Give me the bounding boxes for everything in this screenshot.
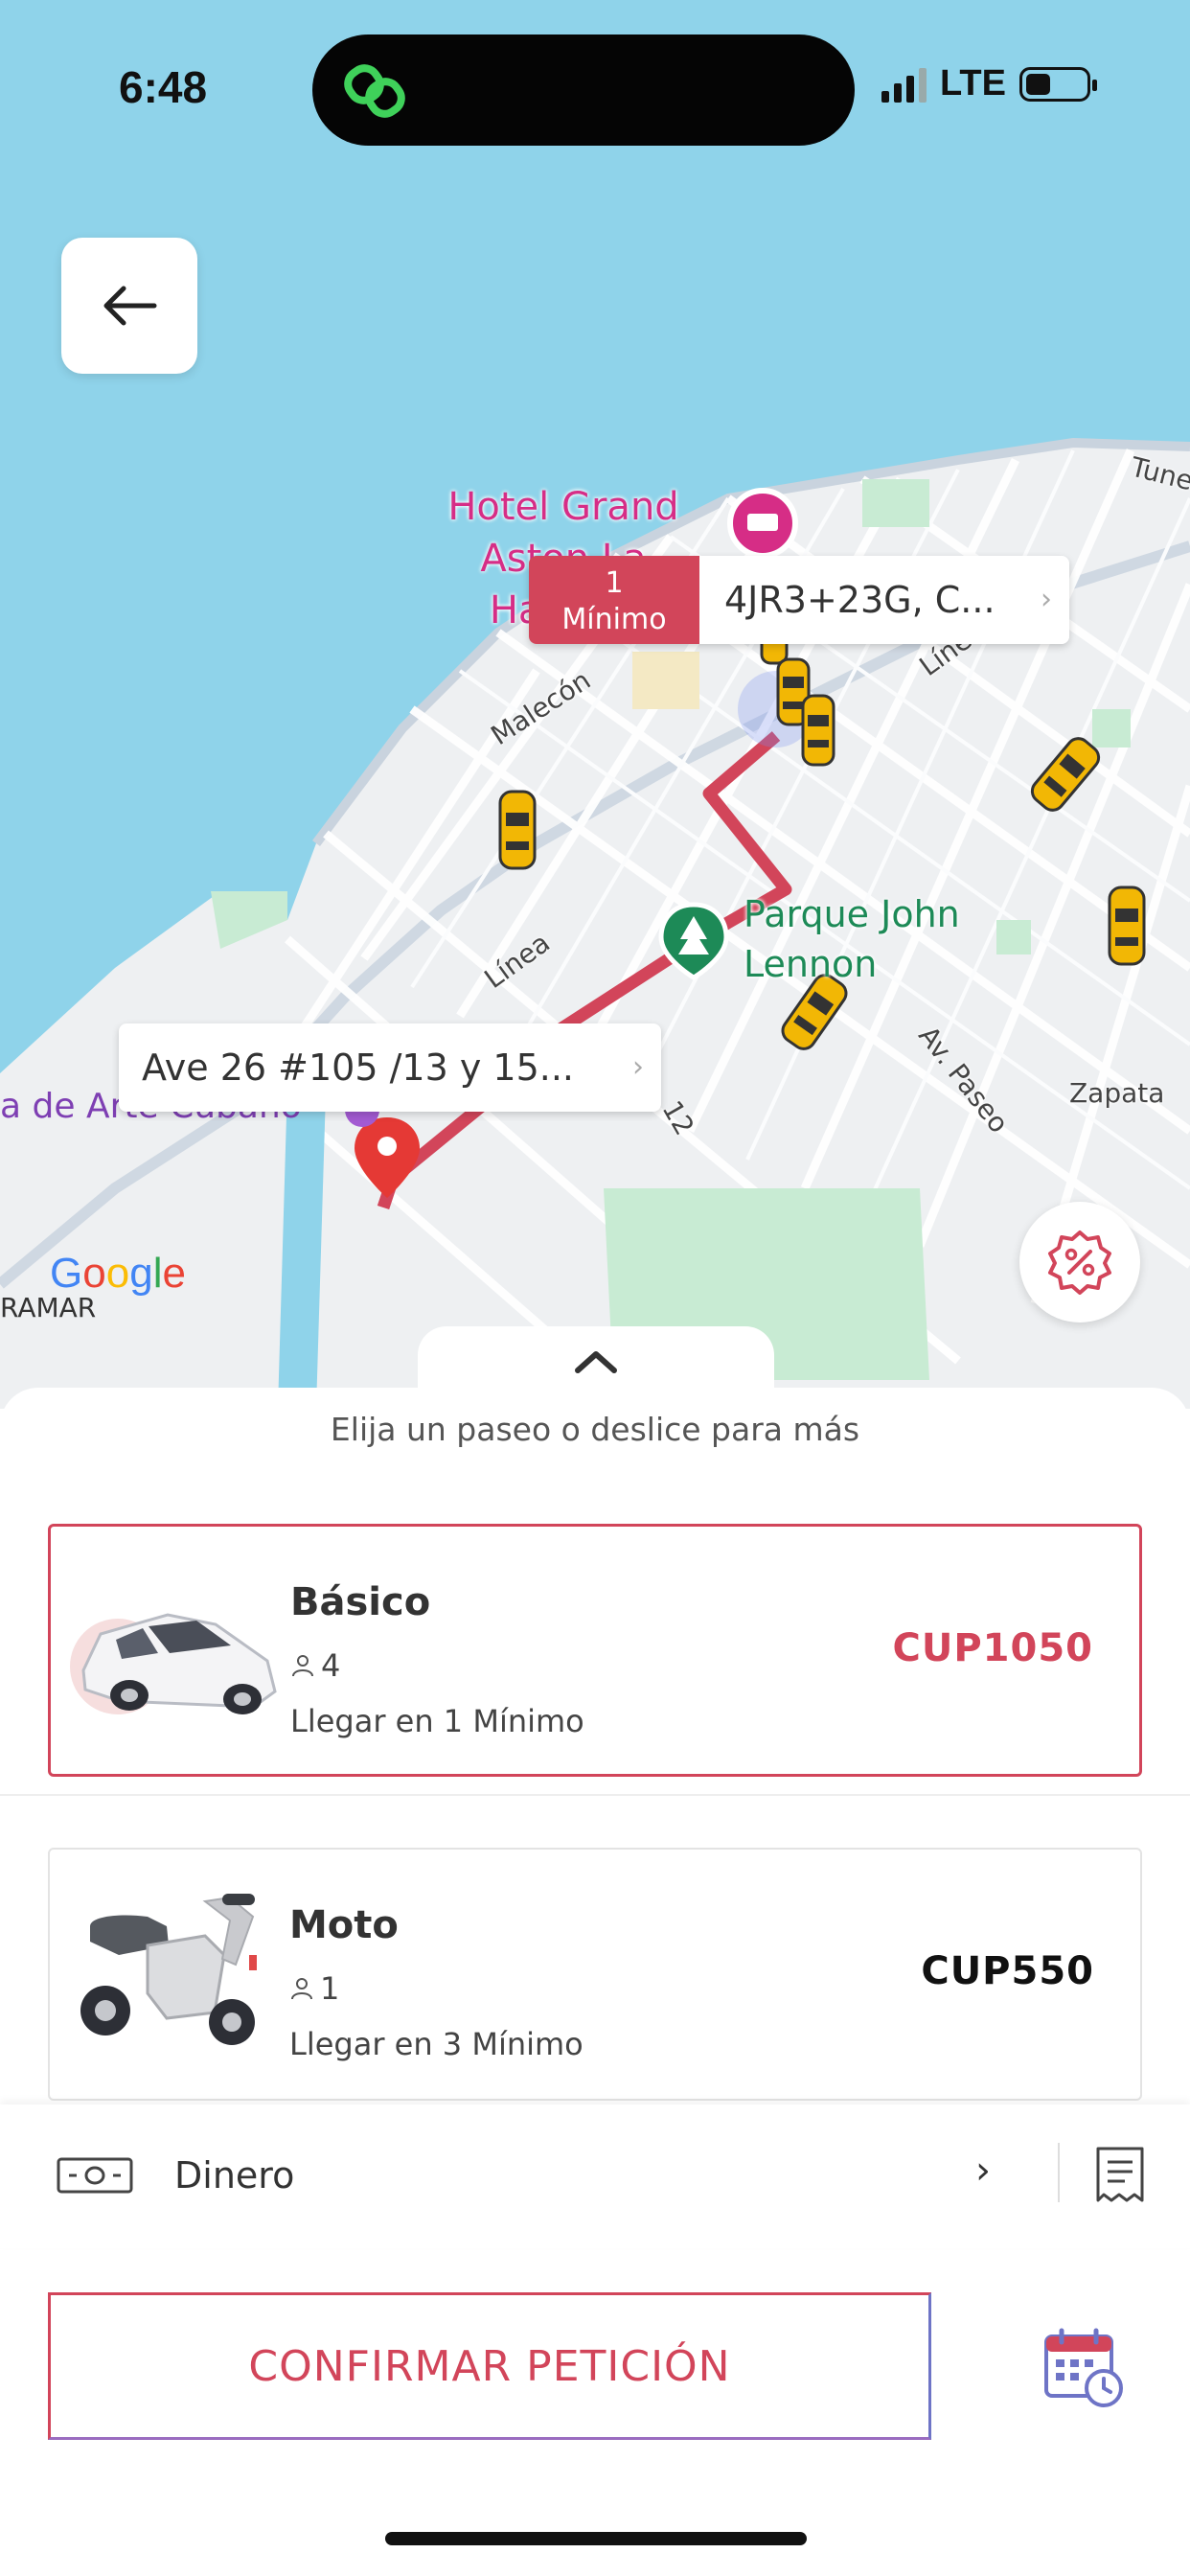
ride-seats: 1	[289, 1970, 339, 2007]
map-canvas[interactable]	[0, 0, 1190, 1409]
chevron-right-icon: ›	[632, 1050, 644, 1084]
ride-eta: Llegar en 1 Mínimo	[290, 1703, 584, 1739]
schedule-calendar-icon[interactable]	[1041, 2325, 1127, 2411]
notes-icon[interactable]	[1092, 2145, 1148, 2204]
destination-address: 4JR3+23G, C... ›	[699, 556, 1069, 644]
destination-eta-unit: Mínimo	[561, 603, 667, 636]
battery-icon	[1018, 66, 1097, 102]
ride-price: CUP550	[921, 1949, 1094, 1993]
car-image	[70, 1613, 277, 1714]
ride-option-moto[interactable]: Moto 1 Llegar en 3 Mínimo CUP550	[48, 1848, 1142, 2101]
sheet-hint-text: Elija un paseo o deslice para más	[330, 1411, 860, 1448]
payment-bar[interactable]: Dinero ›	[0, 2104, 1190, 2248]
ride-price: CUP1050	[892, 1626, 1093, 1670]
promo-discount-button[interactable]	[1019, 1202, 1140, 1322]
ride-seat-count: 1	[320, 1970, 340, 2007]
destination-tag[interactable]: 1 Mínimo 4JR3+23G, C... ›	[529, 556, 1069, 644]
arrow-left-icon	[103, 286, 157, 326]
status-time: 6:48	[119, 62, 208, 112]
signal-strength-icon	[881, 66, 927, 103]
app-link-icon	[344, 64, 405, 118]
google-letter: e	[162, 1250, 186, 1297]
origin-tag[interactable]: Ave 26 #105 /13 y 15... ›	[119, 1024, 661, 1112]
scooter-image	[80, 1894, 257, 2045]
chevron-right-icon: ›	[1041, 583, 1052, 616]
person-icon	[291, 1978, 312, 2000]
ride-seat-count: 4	[321, 1647, 341, 1684]
home-indicator	[385, 2532, 807, 2545]
divider	[0, 1794, 1190, 1796]
dynamic-island	[312, 34, 855, 146]
divider	[1058, 2143, 1060, 2202]
google-letter: o	[105, 1250, 130, 1297]
park-poi-label[interactable]: Parque John Lennon	[744, 889, 973, 989]
destination-address-text: 4JR3+23G, C...	[724, 579, 995, 621]
person-icon	[292, 1655, 313, 1677]
ride-name: Moto	[289, 1903, 399, 1947]
ride-option-basico[interactable]: Básico 4 Llegar en 1 Mínimo CUP1050	[48, 1524, 1142, 1777]
ride-name: Básico	[290, 1580, 431, 1624]
ride-seats: 4	[290, 1647, 340, 1684]
google-letter: l	[152, 1250, 163, 1297]
destination-eta: 1 Mínimo	[529, 556, 699, 644]
origin-address-text: Ave 26 #105 /13 y 15...	[142, 1046, 574, 1089]
sheet-expand-handle[interactable]	[418, 1326, 774, 1418]
discount-badge-icon	[1048, 1230, 1111, 1295]
google-letter: o	[82, 1250, 106, 1297]
google-letter: G	[50, 1250, 83, 1297]
back-button[interactable]	[61, 238, 197, 374]
street-label-zapata: Zapata	[1069, 1077, 1165, 1109]
cash-icon	[57, 2157, 133, 2194]
ride-eta: Llegar en 3 Mínimo	[289, 2026, 584, 2062]
destination-eta-value: 1	[605, 566, 624, 600]
confirm-request-button[interactable]: CONFIRMAR PETICIÓN	[48, 2292, 931, 2440]
payment-method-label: Dinero	[174, 2154, 295, 2196]
status-indicators: LTE	[881, 63, 1097, 104]
network-type: LTE	[940, 63, 1006, 104]
chevron-up-icon	[575, 1351, 617, 1373]
chevron-right-icon[interactable]: ›	[975, 2149, 991, 2193]
google-letter: g	[129, 1250, 153, 1297]
map-view[interactable]: Malecón Línea Línea Av. Paseo Zapata 12 …	[0, 0, 1190, 1409]
google-logo: Google	[50, 1250, 186, 1298]
